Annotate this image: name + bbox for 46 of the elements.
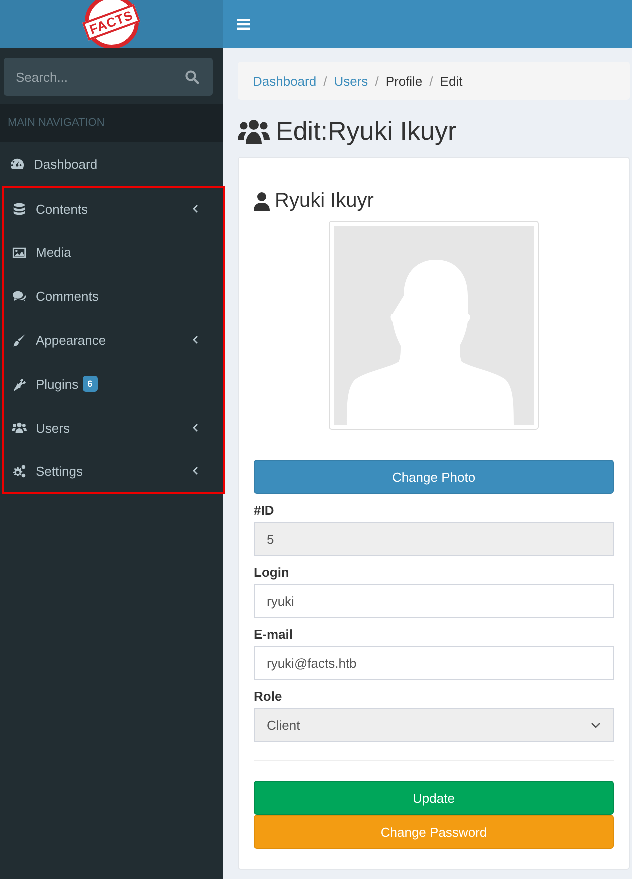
nav-icon — [12, 288, 27, 304]
search-icon — [185, 70, 199, 84]
profile-name: Ryuki Ikuyr — [275, 190, 374, 213]
breadcrumb-separator: / — [430, 74, 434, 88]
nav-icon — [12, 420, 27, 436]
user-icon — [254, 192, 270, 211]
highlighted-sidebar-item[interactable]: Plugins 6 — [2, 362, 225, 406]
users-icon — [238, 118, 270, 146]
sidebar-item-label: Comments — [36, 288, 99, 304]
nav-icon — [12, 332, 27, 348]
page-title: Edit:Ryuki Ikuyr — [276, 116, 457, 147]
breadcrumb-item: Edit — [440, 74, 463, 88]
highlighted-sidebar-item[interactable]: Appearance — [2, 318, 225, 362]
sidebar-item-label: Media — [36, 244, 72, 260]
count-badge: 6 — [82, 376, 98, 392]
field-label: Login — [254, 565, 290, 580]
input-field[interactable]: ryuki@facts.htb — [254, 646, 614, 680]
search-field[interactable]: Search... — [4, 58, 213, 96]
sidebar-item-label: Users — [36, 420, 70, 436]
input-field[interactable]: ryuki — [254, 584, 614, 618]
nav-icon — [12, 464, 27, 478]
field-label: E-mail — [254, 627, 294, 642]
sidebar-item-label: Dashboard — [34, 156, 98, 172]
breadcrumb-item: Profile — [386, 74, 423, 88]
change-photo-button[interactable]: Change Photo — [254, 460, 614, 494]
highlighted-sidebar-item[interactable]: Settings — [2, 450, 225, 494]
breadcrumb-separator: / — [375, 74, 379, 88]
highlighted-sidebar-item[interactable]: Contents — [2, 186, 225, 230]
highlighted-sidebar-item[interactable]: Comments — [2, 274, 225, 318]
breadcrumb-separator: / — [324, 74, 328, 88]
menu-icon[interactable] — [237, 18, 250, 30]
sidebar-item-label: Settings — [36, 464, 83, 478]
caret-icon — [591, 722, 601, 728]
sidebar-item[interactable]: Dashboard — [0, 142, 223, 186]
nav-icon — [12, 202, 27, 216]
nav-icon — [10, 156, 25, 172]
highlighted-sidebar-item[interactable]: Media — [2, 230, 225, 274]
highlighted-sidebar-item[interactable]: Users — [2, 406, 225, 450]
sidebar-item-label: Plugins — [36, 376, 79, 392]
nav-icon — [12, 376, 27, 392]
select-field[interactable]: Client — [254, 708, 614, 742]
nav-section-header: MAIN NAVIGATION — [0, 104, 223, 142]
field-label: Role — [254, 689, 284, 704]
sidebar-item-label: Contents — [36, 202, 88, 216]
sidebar-item-label: Appearance — [36, 332, 106, 348]
field-label: #ID — [254, 503, 276, 518]
